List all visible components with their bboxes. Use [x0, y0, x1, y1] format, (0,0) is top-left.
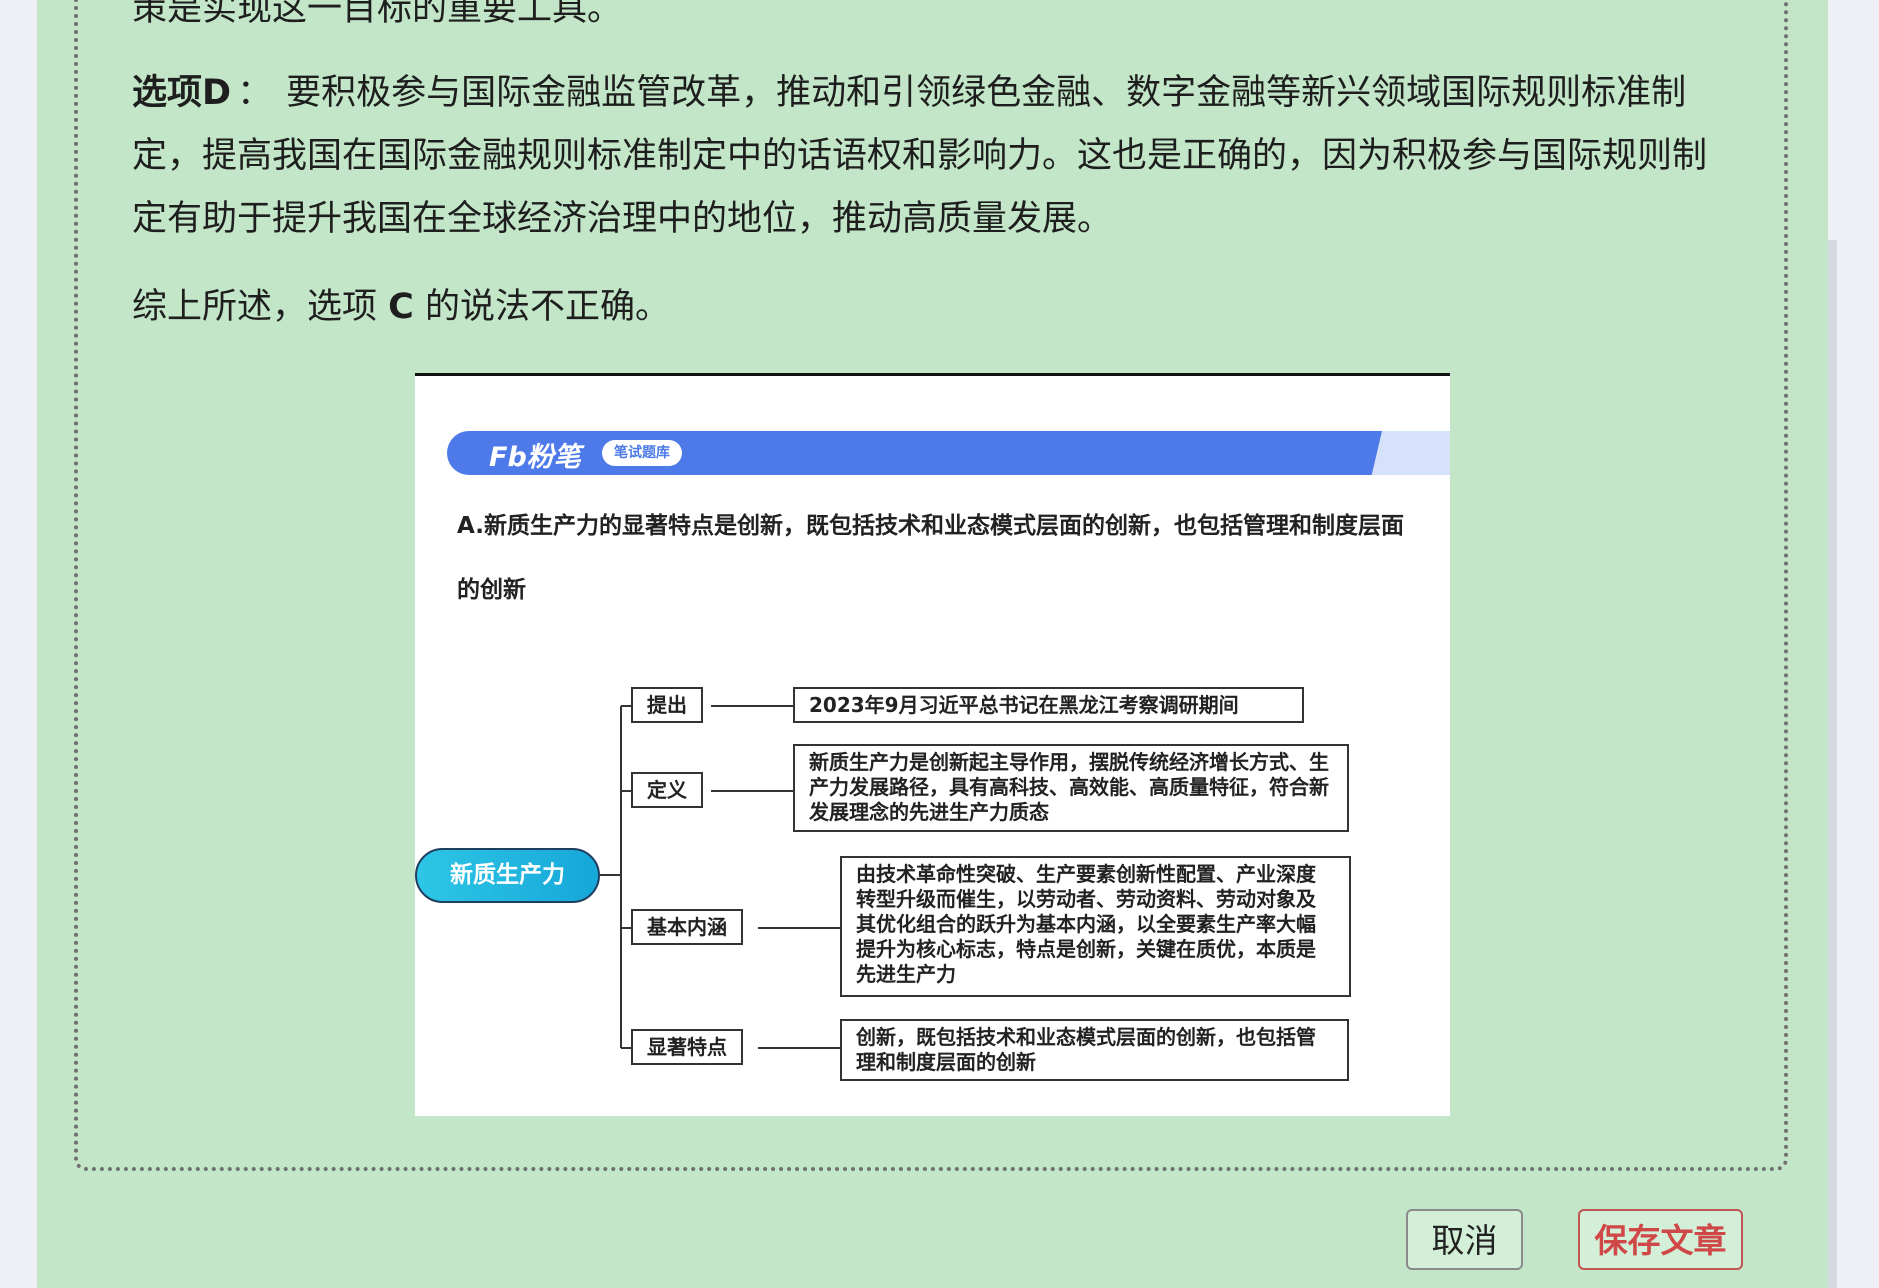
mindmap-label-proposed: 提出	[631, 687, 703, 723]
option-d-text: 要积极参与国际金融监管改革，推动和引领绿色金融、数字金融等新兴领域国际规则标准制…	[132, 73, 1708, 239]
scrollbar-track[interactable]	[1828, 240, 1837, 1288]
summary-option: C	[388, 287, 414, 327]
option-d-colon: ：	[237, 73, 273, 113]
cancel-button[interactable]: 取消	[1406, 1209, 1523, 1270]
option-d-key: 选项D	[132, 73, 232, 113]
article-paragraph-option-d: 选项D：要积极参与国际金融监管改革，推动和引领绿色金融、数字金融等新兴领域国际规…	[132, 62, 1732, 251]
mindmap-root-node: 新质生产力	[415, 848, 600, 903]
summary-prefix: 综上所述，选项	[132, 287, 389, 327]
mindmap-text-connotation: 由技术革命性突破、生产要素创新性配置、产业深度转型升级而催生，以劳动者、劳动资料…	[840, 856, 1351, 997]
mindmap-text-definition: 新质生产力是创新起主导作用，摆脱传统经济增长方式、生产力发展路径，具有高科技、高…	[793, 744, 1349, 832]
article-paragraph-summary: 综上所述，选项 C 的说法不正确。	[132, 276, 1732, 339]
mindmap-text-proposed: 2023年9月习近平总书记在黑龙江考察调研期间	[793, 687, 1304, 723]
mindmap-label-definition: 定义	[631, 772, 703, 808]
embedded-image[interactable]: Fb粉笔 笔试题库 A.新质生产力的显著特点是创新，既包括技术和业态模式层面的创…	[415, 373, 1450, 1116]
article-paragraph-partial: 策是实现这一目标的重要工具。	[132, 0, 623, 29]
save-article-button[interactable]: 保存文章	[1578, 1209, 1743, 1270]
summary-suffix: 的说法不正确。	[413, 287, 670, 327]
mindmap-label-connotation: 基本内涵	[631, 909, 743, 945]
mindmap-text-feature: 创新，既包括技术和业态模式层面的创新，也包括管理和制度层面的创新	[840, 1019, 1349, 1081]
mindmap-label-feature: 显著特点	[631, 1029, 743, 1065]
